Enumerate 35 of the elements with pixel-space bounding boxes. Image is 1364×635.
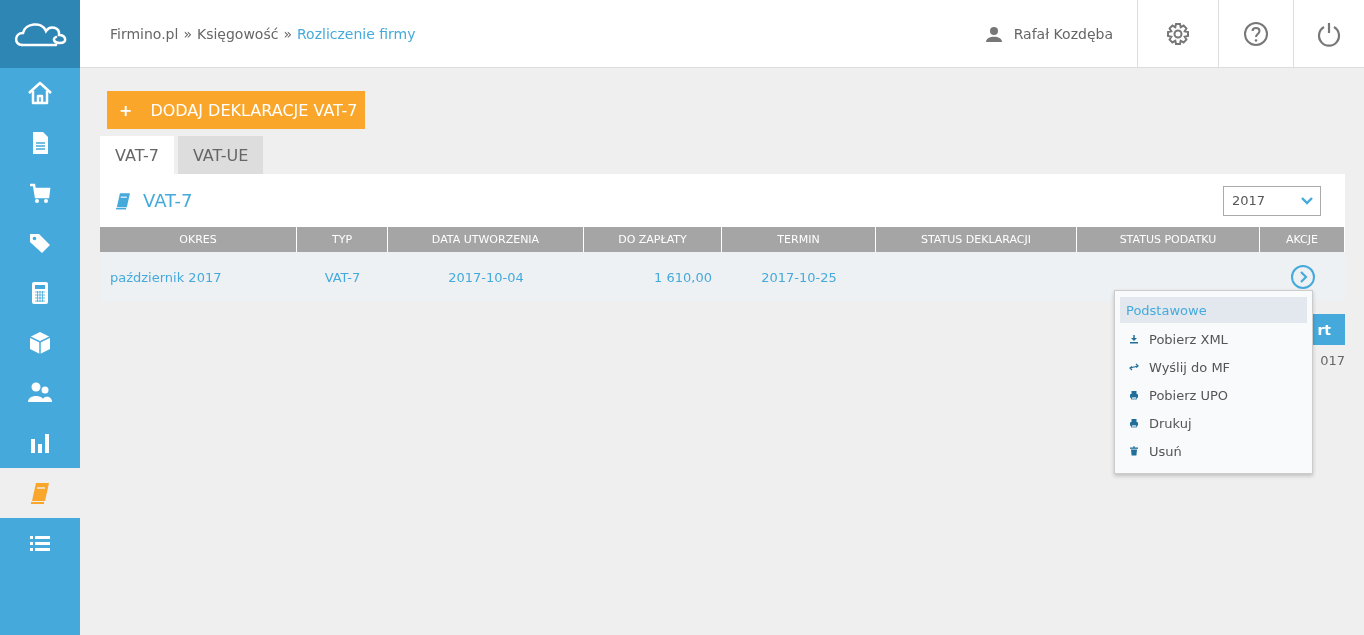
- user-name[interactable]: Rafał Kozdęba: [1013, 25, 1113, 42]
- power-icon: [1316, 20, 1342, 47]
- year-select[interactable]: 2017: [1223, 185, 1321, 216]
- table-cell: VAT-7: [324, 269, 361, 285]
- home-icon: [27, 80, 53, 106]
- menu-item[interactable]: Wyślij do MF: [1120, 353, 1307, 381]
- download-icon: [1129, 334, 1139, 344]
- user-icon: [985, 25, 1002, 42]
- table-cell: październik 2017: [110, 269, 222, 285]
- settings-icon: [1165, 20, 1191, 47]
- trash-icon: [1129, 446, 1139, 456]
- date-text: 017: [1320, 353, 1345, 368]
- tab[interactable]: VAT-UE: [177, 136, 264, 174]
- table-cell: 2017-10-25: [761, 269, 837, 285]
- table-cell: 1 610,00: [654, 269, 712, 285]
- print-icon: [1129, 418, 1139, 428]
- help-icon: [1243, 20, 1269, 47]
- menu-item[interactable]: Usuń: [1120, 437, 1307, 465]
- table-cell: 2017-10-04: [448, 269, 524, 285]
- breadcrumb-link[interactable]: Księgowość: [196, 25, 279, 42]
- panel-title: VAT-7: [143, 190, 194, 211]
- breadcrumb-separator: »: [283, 25, 292, 42]
- print-icon: [1129, 390, 1139, 400]
- exchange-icon: [1129, 362, 1139, 372]
- menu-item[interactable]: Drukuj: [1120, 409, 1307, 437]
- breadcrumb-link[interactable]: Firmino.pl: [110, 25, 179, 42]
- tab[interactable]: VAT-7: [100, 136, 174, 174]
- menu-item[interactable]: Pobierz UPO: [1120, 381, 1307, 409]
- box-icon: [27, 330, 53, 356]
- menu-header: Podstawowe: [1120, 297, 1307, 323]
- sidebar-item[interactable]: [0, 468, 80, 518]
- breadcrumb-separator: »: [183, 25, 192, 42]
- chevron-down-icon: [1300, 195, 1314, 206]
- chevron-right-circle-icon[interactable]: [1289, 264, 1316, 290]
- logo-icon[interactable]: [0, 0, 80, 68]
